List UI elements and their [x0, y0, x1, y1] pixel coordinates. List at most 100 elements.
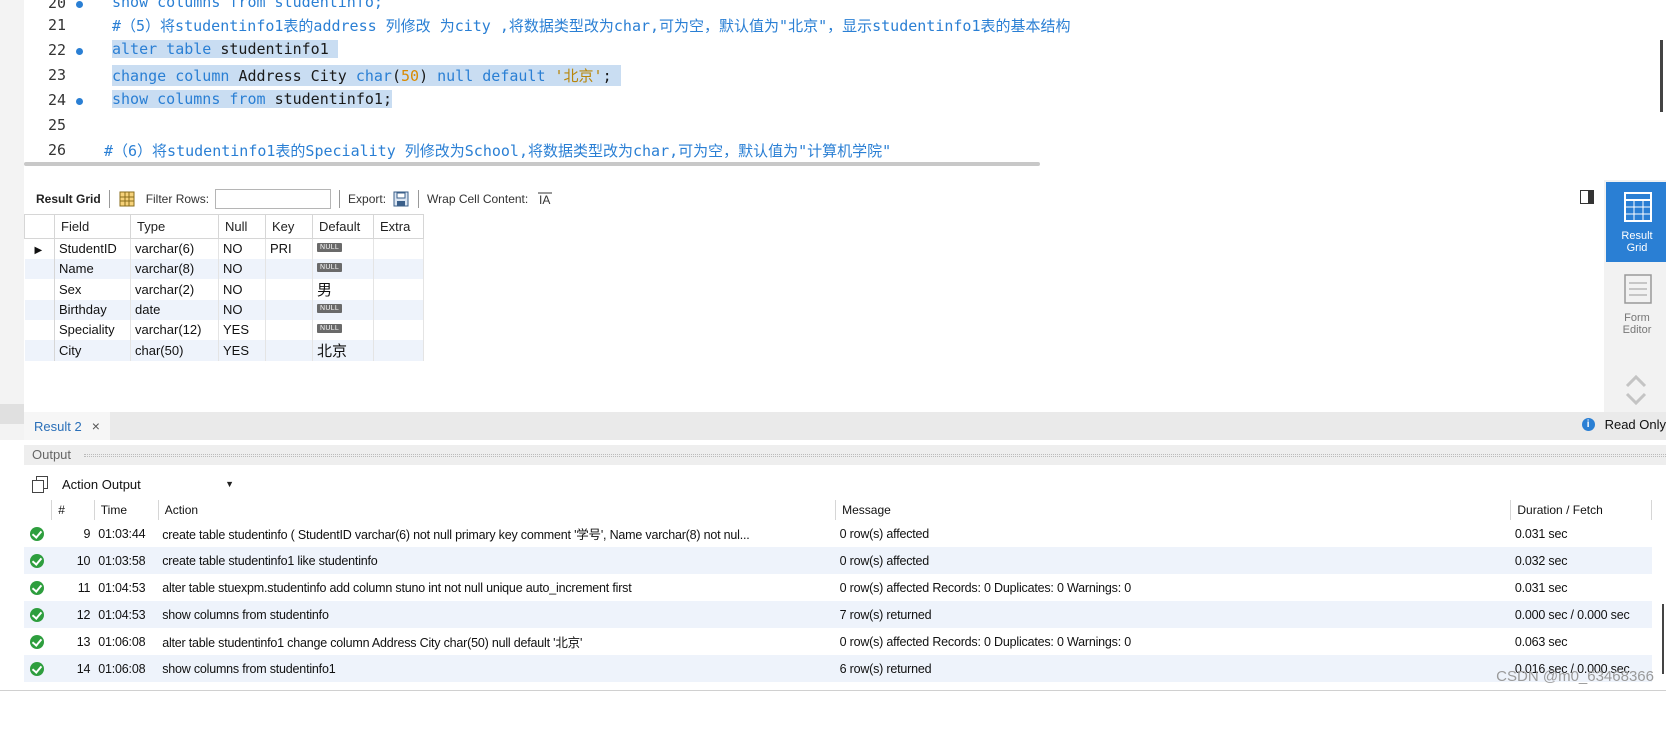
grid-cell-field[interactable]: Birthday: [54, 299, 131, 320]
grid-cell-extra[interactable]: [373, 339, 424, 361]
grid-cell-key[interactable]: [265, 258, 313, 279]
grid-cell-type[interactable]: char(50): [130, 339, 219, 361]
grid-cell-type[interactable]: varchar(8): [130, 258, 219, 279]
sql-editor[interactable]: 20 show columns from studentinfo; 21 #（5…: [24, 0, 1652, 167]
grid-row[interactable]: City char(50) YES 北京: [24, 339, 424, 361]
grid-cell-extra[interactable]: [373, 258, 424, 279]
wrap-cell-content-label: Wrap Cell Content:: [427, 192, 529, 206]
grid-column-header[interactable]: Field: [54, 214, 131, 239]
copy-icon[interactable]: [32, 476, 48, 493]
output-cell-action: create table studentinfo ( StudentID var…: [162, 528, 750, 542]
grid-row[interactable]: Name varchar(8) NO NULL: [24, 258, 424, 279]
output-column-header[interactable]: Action: [158, 500, 837, 520]
grid-row[interactable]: Sex varchar(2) NO 男: [24, 278, 424, 300]
form-editor-side-button[interactable]: Form Editor: [1606, 264, 1666, 344]
grid-column-header[interactable]: Key: [265, 214, 313, 239]
filter-rows-input[interactable]: [215, 189, 332, 209]
grid-cell-default[interactable]: NULL: [312, 319, 374, 340]
grid-cell-null[interactable]: NO: [218, 258, 266, 279]
output-column-header[interactable]: Time: [94, 500, 159, 520]
grid-cell-field[interactable]: Speciality: [54, 319, 131, 340]
grid-row[interactable]: Birthday date NO NULL: [24, 299, 424, 320]
grid-cell-type[interactable]: varchar(6): [130, 238, 219, 259]
wrap-text-icon[interactable]: IA: [536, 190, 554, 208]
grid-cell-key[interactable]: [265, 299, 313, 320]
row-selector[interactable]: [24, 258, 55, 279]
toggle-side-panel-icon[interactable]: [1580, 190, 1594, 204]
result-grid-label[interactable]: Result Grid: [36, 192, 101, 206]
grid-row[interactable]: Speciality varchar(12) YES NULL: [24, 319, 424, 340]
output-column-header[interactable]: Message: [835, 500, 1512, 520]
grid-cell-null[interactable]: NO: [218, 299, 266, 320]
editor-vertical-scrollbar[interactable]: [1660, 40, 1663, 112]
code-line-24[interactable]: 24 show columns from studentinfo1;: [24, 87, 1652, 113]
output-row[interactable]: 9 01:03:44 create table studentinfo ( Stud…: [24, 520, 1652, 547]
row-selector[interactable]: [24, 319, 55, 340]
output-row[interactable]: 12 01:04:53 show columns from studentinfo 7…: [24, 601, 1652, 628]
grid-cell-key[interactable]: PRI: [265, 238, 313, 259]
code-line-21[interactable]: 21 #（5）将studentinfo1表的address 列修改 为city …: [24, 12, 1652, 38]
row-selector[interactable]: [24, 278, 55, 300]
output-cell-action: create table studentinfo1 like studentin…: [158, 547, 836, 574]
grid-cell-null[interactable]: NO: [218, 278, 266, 300]
splitter-handle[interactable]: [84, 454, 1666, 457]
filter-rows-label: Filter Rows:: [145, 192, 210, 206]
output-row[interactable]: 10 01:03:58 create table studentinfo1 like…: [24, 547, 1652, 574]
grid-cell-default[interactable]: 北京: [312, 339, 374, 361]
grid-cell-field[interactable]: City: [54, 339, 131, 361]
code-line-25[interactable]: 25: [24, 112, 1652, 138]
grid-cell-extra[interactable]: [373, 238, 424, 259]
status-cell: [24, 628, 52, 655]
export-icon[interactable]: [392, 190, 410, 208]
grid-cell-type[interactable]: varchar(12): [130, 319, 219, 340]
null-badge: NULL: [317, 263, 343, 272]
status-cell: [24, 574, 52, 601]
output-column-header[interactable]: Duration / Fetch: [1510, 500, 1652, 520]
scroll-arrows-icon[interactable]: [1624, 370, 1648, 410]
grid-cell-null[interactable]: NO: [218, 238, 266, 259]
grid-cell-null[interactable]: YES: [218, 319, 266, 340]
grid-cell-default[interactable]: NULL: [312, 258, 374, 279]
grid-cell-key[interactable]: [265, 339, 313, 361]
grid-column-header[interactable]: Type: [130, 214, 219, 239]
grid-cell-field[interactable]: Name: [54, 258, 131, 279]
grid-cell-type[interactable]: date: [130, 299, 219, 320]
grid-cell-field[interactable]: Sex: [54, 278, 131, 300]
row-selector[interactable]: [24, 299, 55, 320]
code-line-26[interactable]: 26 #（6）将studentinfo1表的Speciality 列修改为Sch…: [24, 137, 1652, 163]
row-selector[interactable]: [24, 339, 55, 361]
result-grid-icon: [1624, 192, 1652, 222]
line-number: 20: [47, 0, 66, 12]
close-tab-icon[interactable]: ×: [92, 418, 100, 434]
gutter-band: [0, 404, 24, 424]
grid-column-header[interactable]: Extra: [373, 214, 424, 239]
grid-cell-extra[interactable]: [373, 319, 424, 340]
grid-view-icon[interactable]: [118, 190, 136, 208]
grid-cell-key[interactable]: [265, 319, 313, 340]
output-row[interactable]: 14 01:06:08 show columns from studentinfo1…: [24, 655, 1652, 682]
grid-row[interactable]: ▶ StudentID varchar(6) NO PRI NULL: [24, 238, 424, 259]
output-column-header[interactable]: #: [51, 500, 95, 520]
grid-cell-default[interactable]: 男: [312, 278, 374, 300]
output-vertical-scrollbar[interactable]: [1662, 604, 1664, 674]
output-type-select[interactable]: Action Output ▼: [60, 473, 236, 495]
grid-cell-field[interactable]: StudentID: [54, 238, 131, 259]
result-grid-side-button[interactable]: Result Grid: [1606, 182, 1666, 262]
grid-column-header[interactable]: Default: [312, 214, 374, 239]
code-line-22[interactable]: 22 alter table studentinfo1: [24, 37, 1652, 63]
grid-column-header[interactable]: Null: [218, 214, 266, 239]
grid-cell-key[interactable]: [265, 278, 313, 300]
output-row[interactable]: 13 01:06:08 alter table studentinfo1 chang…: [24, 628, 1652, 655]
grid-cell-default[interactable]: NULL: [312, 299, 374, 320]
code-line-23[interactable]: 23 change column Address City char(50) n…: [24, 62, 1652, 88]
grid-cell-null[interactable]: YES: [218, 339, 266, 361]
editor-horizontal-scrollbar[interactable]: [24, 162, 1040, 166]
row-selector[interactable]: ▶: [24, 238, 55, 259]
grid-cell-default[interactable]: NULL: [312, 238, 374, 259]
watermark: CSDN @m0_63468366: [1496, 668, 1654, 685]
grid-cell-extra[interactable]: [373, 299, 424, 320]
grid-cell-type[interactable]: varchar(2): [130, 278, 219, 300]
tab-result-2[interactable]: Result 2 ×: [24, 412, 110, 440]
grid-cell-extra[interactable]: [373, 278, 424, 300]
output-row[interactable]: 11 01:04:53 alter table stuexpm.studentinf…: [24, 574, 1652, 601]
